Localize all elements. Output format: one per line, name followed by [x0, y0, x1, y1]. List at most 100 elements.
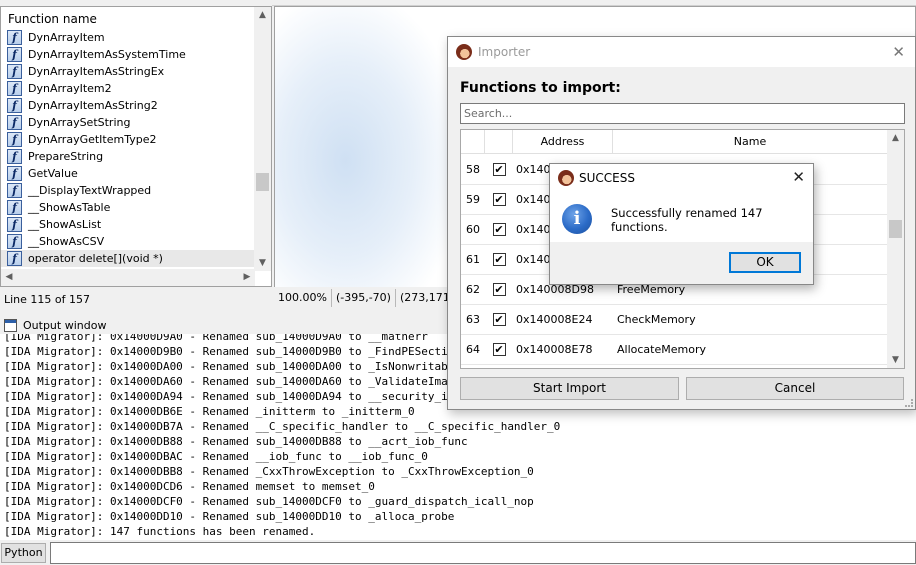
name-column-header[interactable]: Name [613, 130, 888, 153]
functions-horizontal-scrollbar[interactable]: ◀ ▶ [1, 269, 255, 286]
check-column-header [485, 130, 513, 153]
scroll-left-icon[interactable]: ◀ [1, 269, 17, 286]
function-list-item[interactable]: f DynArrayItemAsStringEx [1, 63, 255, 80]
python-input[interactable] [50, 542, 916, 564]
checkbox-cell: ✔ [485, 163, 513, 176]
import-checkbox[interactable]: ✔ [492, 313, 506, 326]
import-checkbox[interactable]: ✔ [492, 343, 506, 356]
function-icon: f [7, 149, 22, 164]
success-body: SUCCESS ✕ i Successfully renamed 147 fun… [550, 164, 813, 242]
row-number: 60 [466, 223, 480, 236]
function-list-item[interactable]: f PrepareString [1, 148, 255, 165]
function-list-item[interactable]: f GetValue [1, 165, 255, 182]
row-number: 64 [466, 343, 480, 356]
success-message: Successfully renamed 147 functions. [611, 206, 763, 234]
import-checkbox[interactable]: ✔ [492, 223, 506, 236]
row-number: 61 [466, 253, 480, 266]
row-number: 62 [466, 283, 480, 296]
python-button[interactable]: Python [1, 543, 46, 563]
output-line: [IDA Migrator]: 147 functions has been r… [4, 525, 316, 538]
name-cell: AllocateMemory [617, 343, 706, 356]
cancel-button[interactable]: Cancel [686, 377, 904, 400]
function-name-label: DynArrayItemAsSystemTime [28, 48, 186, 61]
import-checkbox[interactable]: ✔ [492, 193, 506, 206]
functions-to-import-heading: Functions to import: [460, 80, 621, 96]
import-vertical-scrollbar[interactable]: ▲ ▼ [887, 130, 904, 368]
resize-grip[interactable] [905, 399, 913, 407]
close-icon[interactable]: ✕ [892, 43, 905, 61]
function-list-item[interactable]: f __ShowAsTable [1, 199, 255, 216]
function-icon: f [7, 64, 22, 79]
output-line: [IDA Migrator]: 0x14000DB7A - Renamed __… [4, 420, 561, 433]
output-line: [IDA Migrator]: 0x14000DD10 - Renamed su… [4, 510, 455, 523]
function-icon: f [7, 217, 22, 232]
function-list-item[interactable]: f DynArrayItemAsString2 [1, 97, 255, 114]
checkbox-cell: ✔ [485, 223, 513, 236]
ida-app-icon [558, 170, 574, 186]
function-name-label: __DisplayTextWrapped [28, 184, 152, 197]
checkbox-cell: ✔ [485, 253, 513, 266]
function-name-label: PrepareString [28, 150, 104, 163]
function-name-label: operator delete[](void *) [28, 252, 163, 265]
function-name-label: __ShowAsTable [28, 201, 111, 214]
function-list-item[interactable]: f __ShowAsCSV [1, 233, 255, 250]
checkbox-cell: ✔ [485, 283, 513, 296]
success-dialog: SUCCESS ✕ i Successfully renamed 147 fun… [549, 163, 814, 285]
success-title: SUCCESS [579, 171, 635, 185]
row-number: 63 [466, 313, 480, 326]
start-import-button[interactable]: Start Import [460, 377, 679, 400]
function-list-item[interactable]: f __DisplayTextWrapped [1, 182, 255, 199]
table-row[interactable]: 63 ✔ 0x140008E24 CheckMemory [461, 305, 888, 335]
name-cell: CheckMemory [617, 313, 696, 326]
function-list-item[interactable]: f operator delete[](void *) [1, 250, 255, 267]
python-bar: Python [0, 540, 916, 565]
function-icon: f [7, 132, 22, 147]
table-row[interactable]: 64 ✔ 0x140008E78 AllocateMemory [461, 335, 888, 365]
function-list-item[interactable]: f DynArraySetString [1, 114, 255, 131]
importer-title: Importer [478, 45, 531, 59]
output-line: [IDA Migrator]: 0x14000DBB8 - Renamed _C… [4, 465, 534, 478]
zoom-level: 100.00% [274, 289, 332, 307]
function-name-label: DynArrayItem [28, 31, 105, 44]
row-number: 58 [466, 163, 480, 176]
import-checkbox[interactable]: ✔ [492, 253, 506, 266]
graph-overview [275, 7, 451, 287]
function-list-item[interactable]: f DynArrayGetItemType2 [1, 131, 255, 148]
scroll-up-icon[interactable]: ▲ [254, 7, 271, 23]
function-icon: f [7, 234, 22, 249]
function-name-label: __ShowAsList [28, 218, 102, 231]
import-checkbox[interactable]: ✔ [492, 283, 506, 296]
scrollbar-thumb[interactable] [256, 173, 269, 191]
scroll-up-icon[interactable]: ▲ [887, 130, 904, 146]
close-icon[interactable]: ✕ [792, 168, 805, 186]
ida-app-icon [456, 44, 472, 60]
function-icon: f [7, 81, 22, 96]
scroll-down-icon[interactable]: ▼ [887, 352, 904, 368]
output-line: [IDA Migrator]: 0x14000DCD6 - Renamed me… [4, 480, 375, 493]
cursor-coords: (-395,-70) [331, 289, 396, 307]
scroll-right-icon[interactable]: ▶ [239, 269, 255, 286]
function-list-item[interactable]: f __ShowAsList [1, 216, 255, 233]
address-cell: 0x140008E24 [516, 313, 593, 326]
scroll-down-icon[interactable]: ▼ [254, 255, 271, 271]
functions-vertical-scrollbar[interactable]: ▲ ▼ [254, 7, 271, 271]
function-icon: f [7, 47, 22, 62]
function-name-label: DynArraySetString [28, 116, 131, 129]
scrollbar-thumb[interactable] [889, 220, 902, 238]
function-name-column-header[interactable]: Function name [1, 7, 255, 29]
function-name-label: DynArrayItemAsString2 [28, 99, 158, 112]
function-list-item[interactable]: f DynArrayItemAsSystemTime [1, 46, 255, 63]
function-list-item[interactable]: f DynArrayItem2 [1, 80, 255, 97]
address-column-header[interactable]: Address [513, 130, 613, 153]
ok-button[interactable]: OK [729, 252, 801, 273]
function-icon: f [7, 115, 22, 130]
search-input[interactable]: Search... [460, 103, 905, 124]
import-checkbox[interactable]: ✔ [492, 163, 506, 176]
output-line: [IDA Migrator]: 0x14000DBAC - Renamed __… [4, 450, 428, 463]
function-icon: f [7, 251, 22, 266]
function-icon: f [7, 166, 22, 181]
address-cell: 0x140008E78 [516, 343, 593, 356]
function-list-item[interactable]: f DynArrayItem [1, 29, 255, 46]
function-name-label: __ShowAsCSV [28, 235, 105, 248]
checkbox-cell: ✔ [485, 193, 513, 206]
